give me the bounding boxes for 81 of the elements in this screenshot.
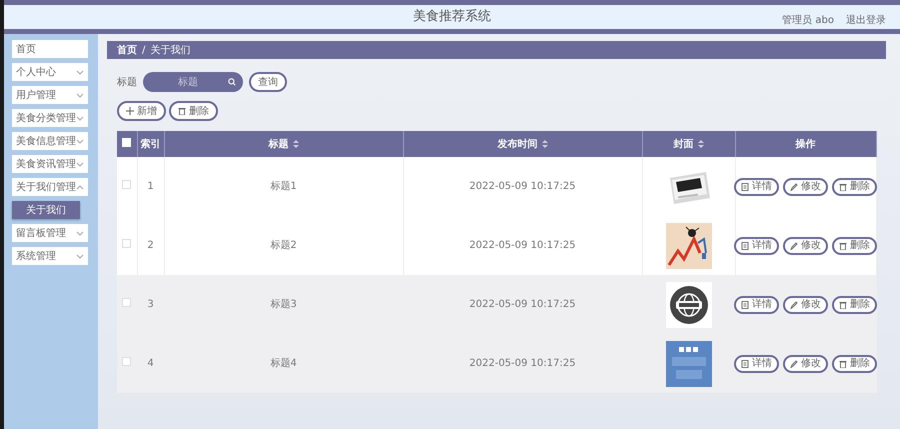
table-cell: 2022-05-09 10:17:25 — [469, 299, 576, 310]
column-header: 索引 — [140, 138, 160, 150]
column-header[interactable]: 发布时间 — [498, 138, 538, 150]
table-cell: 标题3 — [270, 299, 297, 310]
chevron-down-icon — [76, 138, 84, 144]
breadcrumb-link[interactable]: 首页 — [117, 42, 137, 58]
edit-icon — [790, 242, 798, 250]
sort-icon — [292, 140, 298, 148]
menu-item[interactable]: 用户管理 — [12, 86, 88, 104]
document-icon — [741, 300, 749, 308]
details-button[interactable]: 详情 — [734, 296, 779, 314]
trash-icon — [178, 107, 186, 115]
edit-button[interactable]: 修改 — [783, 178, 828, 196]
chevron-down-icon — [76, 92, 84, 98]
select-all-checkbox[interactable] — [122, 138, 132, 146]
edit-icon — [790, 360, 798, 368]
trash-icon — [839, 242, 847, 250]
table-cell: 4 — [147, 358, 154, 369]
table-cell: 2022-05-09 10:17:25 — [469, 181, 576, 192]
trash-icon — [839, 182, 847, 190]
search-icon — [228, 78, 236, 86]
menu-item[interactable]: 留言板管理 — [12, 224, 88, 242]
table-cell: 2022-05-09 10:17:25 — [469, 240, 576, 251]
chevron-down-icon — [76, 68, 84, 76]
delete-button[interactable]: 删除 — [832, 296, 877, 314]
edit-button[interactable]: 修改 — [783, 236, 828, 254]
search-field[interactable]: 标题 — [143, 72, 243, 92]
add-button[interactable]: 新增 — [117, 101, 166, 121]
document-icon — [741, 360, 749, 368]
row-checkbox[interactable] — [122, 180, 132, 189]
column-header: 操作 — [796, 138, 816, 150]
edit-icon — [790, 182, 798, 190]
trash-icon — [839, 360, 847, 368]
menu-item[interactable]: 美食资讯管理 — [12, 155, 88, 173]
delete-button[interactable]: 删除 — [832, 178, 877, 196]
breadcrumb-separator: / — [142, 44, 146, 58]
logout-link[interactable]: 退出登录 — [846, 13, 886, 28]
delete-button[interactable]: 删除 — [832, 236, 877, 254]
details-button[interactable]: 详情 — [734, 354, 779, 372]
chevron-down-icon — [76, 114, 84, 122]
app-title: 美食推荐系统 — [413, 8, 491, 26]
delete-button[interactable]: 删除 — [169, 101, 218, 121]
row-checkbox[interactable] — [122, 357, 132, 366]
document-icon — [741, 242, 749, 250]
chevron-up-icon — [76, 184, 84, 190]
table-cell: 标题2 — [270, 240, 297, 251]
details-button[interactable]: 详情 — [734, 178, 779, 196]
search-label: 标题 — [117, 76, 137, 90]
column-header[interactable]: 标题 — [268, 138, 288, 150]
edit-icon — [790, 300, 798, 308]
menu-item[interactable]: 系统管理 — [12, 247, 88, 265]
chevron-down-icon — [76, 160, 84, 168]
row-checkbox[interactable] — [122, 298, 132, 307]
sort-icon — [698, 140, 704, 148]
column-header[interactable]: 封面 — [674, 138, 694, 150]
menu-item[interactable]: 首页 — [12, 40, 88, 58]
breadcrumb-link[interactable]: 关于我们 — [150, 42, 190, 58]
menu-item[interactable]: 美食分类管理 — [12, 109, 88, 127]
table-cell: 1 — [147, 181, 154, 192]
menu-item[interactable]: 美食信息管理 — [12, 132, 88, 150]
row-checkbox[interactable] — [122, 239, 132, 248]
table-cell: 2 — [147, 240, 154, 251]
submenu-item[interactable]: 关于我们 — [12, 201, 80, 219]
edit-button[interactable]: 修改 — [783, 354, 828, 372]
menu-item[interactable]: 关于我们管理 — [12, 178, 88, 196]
search-button[interactable]: 查询 — [249, 72, 287, 92]
delete-button[interactable]: 删除 — [832, 354, 877, 372]
menu-item[interactable]: 个人中心 — [12, 63, 88, 81]
table-cell: 标题4 — [270, 358, 297, 369]
user-label: 管理员 abo — [782, 14, 834, 28]
trash-icon — [839, 300, 847, 308]
plus-icon — [126, 107, 134, 115]
table-cell: 标题1 — [270, 181, 297, 192]
table-cell: 2022-05-09 10:17:25 — [469, 358, 576, 369]
edit-button[interactable]: 修改 — [783, 296, 828, 314]
sort-icon — [542, 140, 548, 148]
chevron-down-icon — [76, 230, 84, 236]
chevron-down-icon — [76, 252, 84, 260]
table-cell: 3 — [147, 299, 154, 310]
document-icon — [741, 182, 749, 190]
details-button[interactable]: 详情 — [734, 236, 779, 254]
